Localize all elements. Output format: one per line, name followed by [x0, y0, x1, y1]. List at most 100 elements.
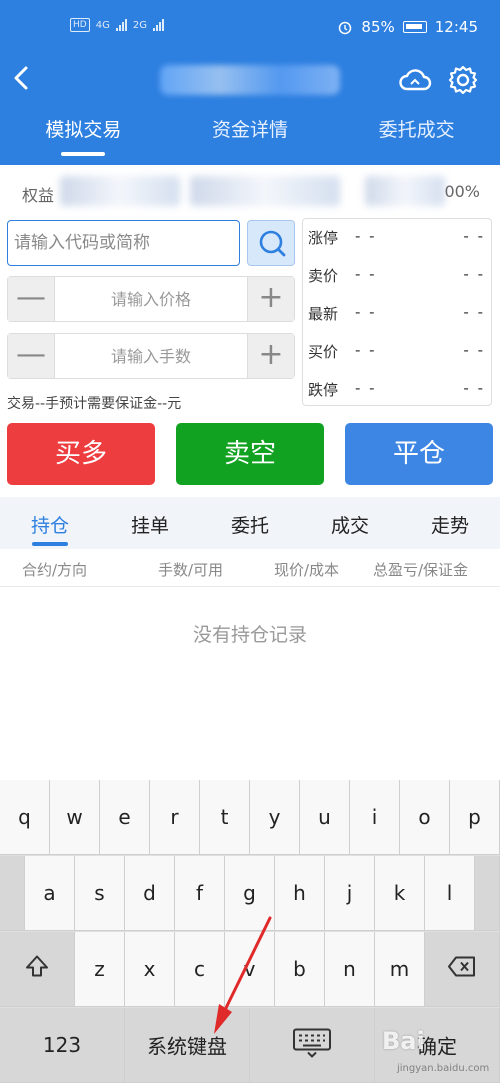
key-l: l — [446, 881, 453, 905]
quote-price: - - — [355, 227, 377, 245]
key-f: f — [195, 881, 204, 905]
key-z[interactable]: z — [75, 932, 125, 1007]
key-p[interactable]: p — [450, 780, 500, 855]
back-button[interactable] — [10, 63, 40, 97]
battery-icon — [402, 21, 427, 33]
key-i: i — [371, 805, 378, 829]
watermark-logo: Bai — [382, 1027, 425, 1055]
tab-fund-details[interactable]: 资金详情 — [167, 115, 334, 160]
quote-volume: - - — [463, 379, 485, 397]
key-m: m — [389, 957, 410, 981]
key-x: x — [143, 957, 156, 981]
key-n[interactable]: n — [325, 932, 375, 1007]
numbers-key[interactable]: 123 — [0, 1008, 125, 1083]
key-s[interactable]: s — [75, 856, 125, 931]
blurred-info — [190, 176, 340, 206]
tab-trend[interactable]: 走势 — [400, 497, 500, 549]
key-spacer-left[interactable] — [0, 856, 25, 931]
app-header: HD 4G 2G 85% 12:45 模拟交易 资金详情 委托成交 — [0, 0, 500, 165]
key-w[interactable]: w — [50, 780, 100, 855]
sell-short-button[interactable]: 卖空 — [176, 423, 324, 485]
quantity-input[interactable] — [56, 334, 246, 378]
signal-icon — [115, 19, 127, 31]
network-2g-label: 2G — [132, 19, 147, 31]
key-x[interactable]: x — [125, 932, 175, 1007]
quote-price: - - — [355, 341, 377, 359]
tab-orders-fills[interactable]: 委托成交 — [333, 115, 500, 160]
cloud-sync-button[interactable] — [398, 65, 432, 95]
quote-label: 卖价 — [308, 267, 339, 285]
search-button[interactable] — [247, 220, 295, 266]
quote-row-last[interactable]: 最新 - - - - — [303, 293, 491, 331]
key-spacer-right[interactable] — [475, 856, 500, 931]
hide-keyboard-key[interactable] — [250, 1008, 375, 1083]
shift-key[interactable] — [0, 932, 75, 1007]
quantity-increase-button[interactable]: + — [247, 334, 294, 378]
buy-long-button[interactable]: 买多 — [7, 423, 155, 485]
key-h[interactable]: h — [275, 856, 325, 931]
key-q[interactable]: q — [0, 780, 50, 855]
key-e[interactable]: e — [100, 780, 150, 855]
key-k[interactable]: k — [375, 856, 425, 931]
key-i[interactable]: i — [350, 780, 400, 855]
equity-label: 权益 — [22, 186, 55, 205]
clock: 12:45 — [434, 18, 478, 36]
quote-row-limit-up[interactable]: 涨停 - - - - — [303, 219, 491, 255]
settings-button[interactable] — [446, 63, 480, 97]
quote-panel: 涨停 - - - - 卖价 - - - - 最新 - - - - 买价 - - … — [302, 218, 492, 406]
close-position-button[interactable]: 平仓 — [345, 423, 493, 485]
key-u: u — [318, 805, 331, 829]
key-t[interactable]: t — [200, 780, 250, 855]
price-input[interactable] — [56, 277, 246, 321]
quantity-decrease-button[interactable]: — — [8, 334, 55, 378]
quote-price: - - — [355, 379, 377, 397]
risk-percent: 00% — [444, 182, 480, 201]
margin-estimate: 交易--手预计需要保证金--元 — [7, 396, 182, 412]
quote-row-limit-down[interactable]: 跌停 - - - - — [303, 369, 491, 405]
key-r[interactable]: r — [150, 780, 200, 855]
quote-volume: - - — [463, 303, 485, 321]
tab-simulated-trading[interactable]: 模拟交易 — [0, 115, 167, 160]
key-j[interactable]: j — [325, 856, 375, 931]
key-m[interactable]: m — [375, 932, 425, 1007]
quote-row-bid[interactable]: 买价 - - - - — [303, 331, 491, 369]
key-u[interactable]: u — [300, 780, 350, 855]
quote-label: 涨停 — [308, 229, 339, 247]
key-y[interactable]: y — [250, 780, 300, 855]
key-b[interactable]: b — [275, 932, 325, 1007]
tab-orders[interactable]: 委托 — [200, 497, 300, 549]
system-keyboard-button[interactable]: 系统键盘 — [125, 1008, 250, 1083]
col-pnl-margin: 总盈亏/保证金 — [373, 561, 469, 579]
key-a[interactable]: a — [25, 856, 75, 931]
key-v[interactable]: v — [225, 932, 275, 1007]
key-g[interactable]: g — [225, 856, 275, 931]
tab-fills[interactable]: 成交 — [300, 497, 400, 549]
account-summary: 权益 00% — [0, 170, 500, 214]
search-icon — [259, 230, 286, 257]
top-tab-bar: 模拟交易 资金详情 委托成交 — [0, 115, 500, 160]
tab-positions[interactable]: 持仓 — [0, 497, 100, 549]
contract-code-input[interactable] — [7, 220, 240, 266]
key-w: w — [66, 805, 83, 829]
key-y: y — [268, 805, 281, 829]
empty-positions-message: 没有持仓记录 — [192, 624, 307, 646]
key-o[interactable]: o — [400, 780, 450, 855]
key-d[interactable]: d — [125, 856, 175, 931]
cloud-sync-icon — [399, 69, 432, 91]
key-f[interactable]: f — [175, 856, 225, 931]
key-h: h — [293, 881, 306, 905]
price-decrease-button[interactable]: — — [8, 277, 55, 321]
backspace-key[interactable] — [425, 932, 500, 1007]
key-l[interactable]: l — [425, 856, 475, 931]
quote-volume: - - — [463, 265, 485, 283]
status-right: 85% 12:45 — [337, 18, 478, 36]
tab-pending-orders[interactable]: 挂单 — [100, 497, 200, 549]
quote-row-ask[interactable]: 卖价 - - - - — [303, 255, 491, 293]
blurred-ratio — [365, 176, 445, 206]
price-increase-button[interactable]: + — [247, 277, 294, 321]
battery-percent: 85% — [361, 18, 395, 36]
quote-volume: - - — [463, 227, 485, 245]
key-c: c — [194, 957, 205, 981]
key-c[interactable]: c — [175, 932, 225, 1007]
status-bar: HD 4G 2G 85% 12:45 — [0, 0, 500, 50]
